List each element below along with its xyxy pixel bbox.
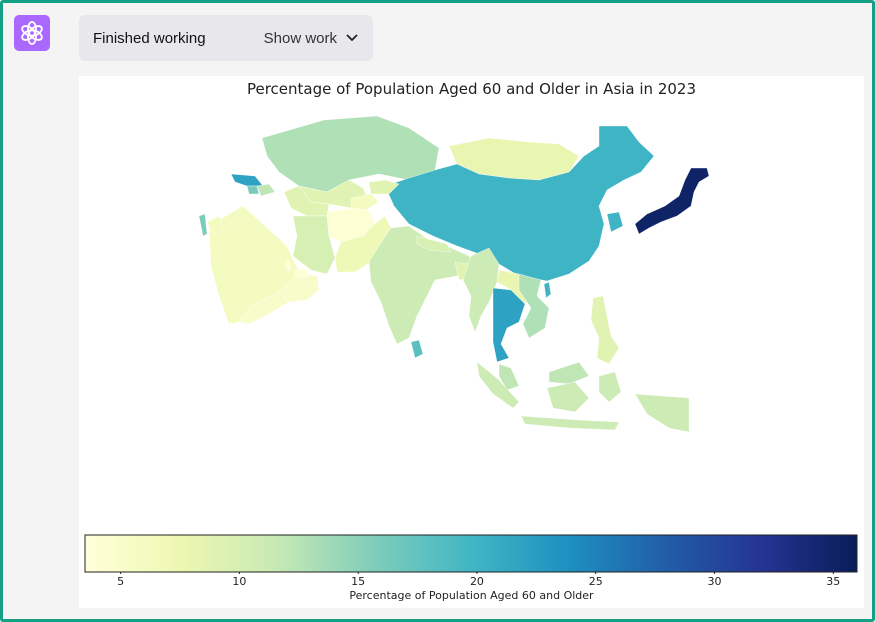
show-work-label: Show work	[263, 29, 337, 47]
region-philippines	[590, 295, 620, 365]
chart-image: Percentage of Population Aged 60 and Old…	[79, 76, 864, 608]
region-south-korea	[606, 211, 624, 233]
colorbar-tick-label: 15	[351, 575, 366, 588]
region-taiwan	[543, 281, 552, 299]
show-work-toggle[interactable]: Show work	[264, 30, 359, 47]
colorbar-tick-label: 5	[117, 575, 125, 588]
work-status-bar: Finished working Show work	[79, 15, 373, 61]
asia-map	[198, 115, 710, 433]
region-armenia	[246, 185, 260, 195]
colorbar-tick-label: 35	[826, 575, 841, 588]
openai-logo-icon	[21, 21, 43, 45]
colorbar-tick-label: 25	[588, 575, 603, 588]
colorbar	[84, 534, 858, 574]
region-sri-lanka	[410, 339, 424, 359]
assistant-avatar	[14, 15, 50, 51]
colorbar-tick-label: 10	[232, 575, 247, 588]
colorbar-gradient	[84, 534, 858, 573]
region-israel	[198, 213, 208, 237]
region-azerbaijan	[256, 183, 276, 197]
colorbar-tick-label: 30	[707, 575, 722, 588]
colorbar-label: Percentage of Population Aged 60 and Old…	[349, 589, 594, 602]
region-georgia	[230, 173, 264, 187]
chevron-down-icon	[346, 34, 358, 42]
region-japan	[634, 167, 710, 235]
colorbar-tick-label: 20	[469, 575, 484, 588]
status-label: Finished working	[93, 29, 206, 47]
